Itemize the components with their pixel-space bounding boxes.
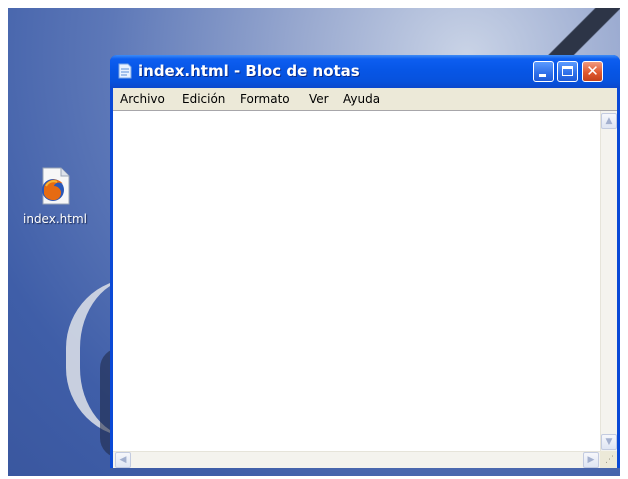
resize-grip-icon: ⋰ — [605, 455, 614, 465]
close-icon: ✕ — [586, 62, 599, 80]
maximize-button[interactable] — [557, 61, 578, 82]
menu-bar: Archivo Edición Formato Ver Ayuda — [113, 88, 617, 110]
scroll-up-button[interactable]: ▲ — [601, 113, 617, 129]
text-editor[interactable]: ▲ ▼ ◀ ▶ ⋰ — [113, 110, 617, 468]
menu-archivo[interactable]: Archivo — [120, 92, 165, 106]
close-button[interactable]: ✕ — [582, 61, 603, 82]
horizontal-scrollbar[interactable]: ◀ ▶ — [113, 451, 600, 468]
resize-grip[interactable]: ⋰ — [600, 451, 617, 468]
menu-edicion[interactable]: Edición — [182, 92, 225, 106]
minimize-icon — [539, 74, 546, 77]
menu-ayuda[interactable]: Ayuda — [343, 92, 380, 106]
menu-ver[interactable]: Ver — [309, 92, 329, 106]
notepad-window: index.html - Bloc de notas ✕ Archivo Edi… — [110, 55, 620, 468]
title-bar[interactable]: index.html - Bloc de notas ✕ — [110, 55, 620, 88]
scroll-right-button[interactable]: ▶ — [583, 452, 599, 468]
window-client: Archivo Edición Formato Ver Ayuda ▲ ▼ ◀ … — [113, 88, 617, 468]
window-title: index.html - Bloc de notas — [138, 62, 360, 80]
menu-formato[interactable]: Formato — [240, 92, 290, 106]
desktop-icon-label: index.html — [23, 212, 87, 226]
notepad-icon — [118, 63, 132, 79]
minimize-button[interactable] — [533, 61, 554, 82]
maximize-icon — [562, 66, 573, 76]
scroll-down-button[interactable]: ▼ — [601, 434, 617, 450]
firefox-html-file-icon — [37, 166, 73, 206]
desktop-icon-index-html[interactable]: index.html — [20, 166, 90, 226]
scroll-left-button[interactable]: ◀ — [115, 452, 131, 468]
vertical-scrollbar[interactable]: ▲ ▼ — [600, 111, 617, 451]
